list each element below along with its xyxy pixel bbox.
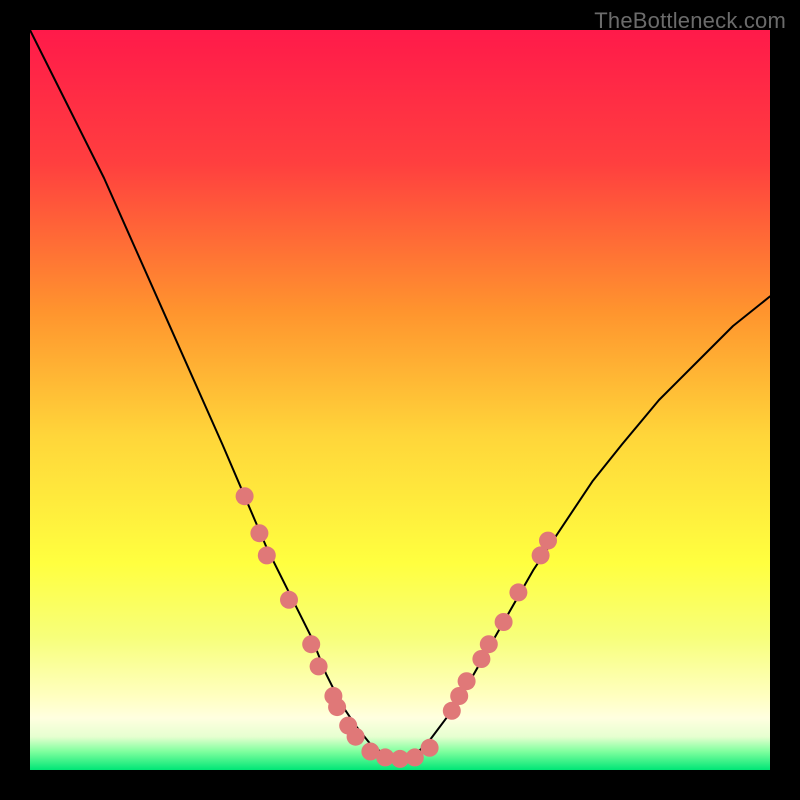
data-marker: [347, 728, 365, 746]
data-marker: [302, 635, 320, 653]
data-marker: [236, 487, 254, 505]
data-marker: [480, 635, 498, 653]
bottleneck-chart: [30, 30, 770, 770]
data-marker: [258, 546, 276, 564]
data-marker: [406, 748, 424, 766]
watermark-label: TheBottleneck.com: [594, 8, 786, 34]
chart-container: TheBottleneck.com: [0, 0, 800, 800]
data-marker: [539, 532, 557, 550]
data-marker: [509, 583, 527, 601]
data-marker: [328, 698, 346, 716]
data-marker: [458, 672, 476, 690]
data-marker: [310, 657, 328, 675]
data-marker: [495, 613, 513, 631]
data-marker: [421, 739, 439, 757]
data-marker: [250, 524, 268, 542]
data-marker: [280, 591, 298, 609]
